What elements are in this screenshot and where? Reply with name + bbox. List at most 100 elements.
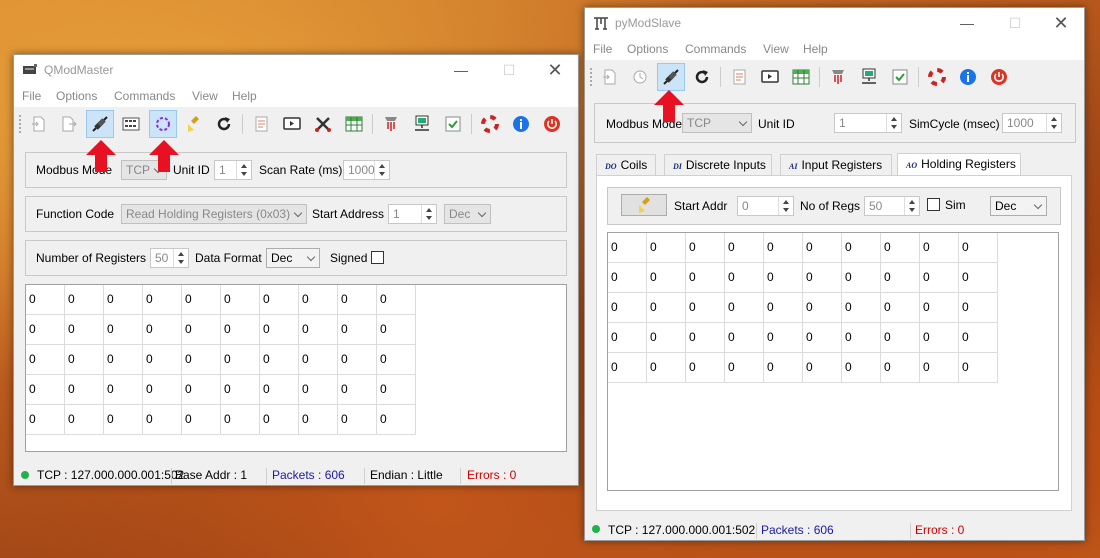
register-cell[interactable]: 0 (959, 353, 998, 383)
minimize-button[interactable]: — (952, 12, 982, 34)
maximize-button[interactable]: ☐ (1000, 12, 1030, 34)
register-cell[interactable]: 0 (920, 353, 959, 383)
register-cell[interactable]: 0 (686, 323, 725, 353)
checklist-icon[interactable] (886, 63, 914, 91)
qmodmaster-titlebar[interactable]: QModMaster — ☐ ✕ (14, 55, 578, 85)
register-cell[interactable]: 0 (299, 405, 338, 435)
scan-rate-spinbox[interactable]: 1000 (343, 160, 390, 180)
clear-icon[interactable] (180, 110, 208, 138)
exit-icon[interactable] (538, 110, 566, 138)
register-cell[interactable]: 0 (299, 345, 338, 375)
register-cell[interactable]: 0 (803, 323, 842, 353)
register-cell[interactable]: 0 (764, 263, 803, 293)
register-cell[interactable]: 0 (143, 345, 182, 375)
table-icon[interactable] (787, 63, 815, 91)
register-cell[interactable]: 0 (338, 285, 377, 315)
register-cell[interactable]: 0 (686, 353, 725, 383)
register-cell[interactable]: 0 (65, 375, 104, 405)
exit-icon[interactable] (985, 63, 1013, 91)
help-lifebuoy-icon[interactable] (476, 110, 504, 138)
register-cell[interactable]: 0 (182, 345, 221, 375)
menu-options[interactable]: Options (56, 89, 97, 103)
register-cell[interactable]: 0 (608, 233, 647, 263)
register-cell[interactable]: 0 (647, 293, 686, 323)
register-cell[interactable]: 0 (764, 233, 803, 263)
register-cell[interactable]: 0 (65, 345, 104, 375)
register-cell[interactable]: 0 (608, 323, 647, 353)
menu-view[interactable]: View (763, 42, 789, 56)
register-cell[interactable]: 0 (881, 293, 920, 323)
register-cell[interactable]: 0 (881, 353, 920, 383)
register-cell[interactable]: 0 (221, 405, 260, 435)
tools-icon[interactable] (309, 110, 337, 138)
toolbar-grip[interactable] (590, 68, 595, 86)
settings-icon[interactable] (377, 110, 405, 138)
checklist-icon[interactable] (439, 110, 467, 138)
simcycle-spinbox[interactable]: 1000 (1002, 113, 1062, 133)
data-format-select[interactable]: Dec (266, 248, 320, 268)
register-cell[interactable]: 0 (338, 375, 377, 405)
spin-arrows[interactable] (421, 205, 436, 223)
register-cell[interactable]: 0 (338, 345, 377, 375)
register-cell[interactable]: 0 (143, 405, 182, 435)
register-cell[interactable]: 0 (647, 263, 686, 293)
register-cell[interactable]: 0 (803, 353, 842, 383)
spin-arrows[interactable] (173, 249, 188, 267)
register-cell[interactable]: 0 (260, 285, 299, 315)
register-cell[interactable]: 0 (764, 293, 803, 323)
toolbar-grip[interactable] (19, 115, 24, 133)
unit-id-spinbox[interactable]: 1 (834, 113, 902, 133)
register-cell[interactable]: 0 (803, 263, 842, 293)
register-cell[interactable]: 0 (65, 315, 104, 345)
register-cell[interactable]: 0 (686, 233, 725, 263)
close-button[interactable]: ✕ (540, 59, 570, 81)
unit-id-spinbox[interactable]: 1 (214, 160, 252, 180)
register-cell[interactable]: 0 (26, 285, 65, 315)
register-cell[interactable]: 0 (143, 285, 182, 315)
spin-arrows[interactable] (904, 197, 919, 215)
refresh-icon[interactable] (210, 110, 238, 138)
register-cell[interactable]: 0 (104, 405, 143, 435)
register-cell[interactable]: 0 (182, 405, 221, 435)
register-cell[interactable]: 0 (647, 233, 686, 263)
format-select[interactable]: Dec (990, 196, 1047, 216)
register-cell[interactable]: 0 (104, 285, 143, 315)
no-of-regs-spinbox[interactable]: 50 (864, 196, 920, 216)
scan-icon[interactable] (149, 110, 177, 138)
register-cell[interactable]: 0 (881, 323, 920, 353)
register-cell[interactable]: 0 (221, 375, 260, 405)
pymodslave-titlebar[interactable]: pyModSlave — ☐ ✕ (585, 8, 1084, 38)
info-icon[interactable] (507, 110, 535, 138)
spin-arrows[interactable] (1046, 114, 1061, 132)
register-cell[interactable]: 0 (182, 285, 221, 315)
register-cell[interactable]: 0 (608, 263, 647, 293)
register-cell[interactable]: 0 (338, 315, 377, 345)
network-icon[interactable] (855, 63, 883, 91)
info-icon[interactable] (954, 63, 982, 91)
register-cell[interactable]: 0 (143, 315, 182, 345)
register-cell[interactable]: 0 (764, 323, 803, 353)
modbus-mode-select[interactable]: TCP (682, 113, 752, 133)
menu-view[interactable]: View (192, 89, 218, 103)
register-cell[interactable]: 0 (920, 323, 959, 353)
register-cell[interactable]: 0 (920, 293, 959, 323)
register-cell[interactable]: 0 (377, 405, 416, 435)
new-session-icon[interactable] (25, 110, 53, 138)
maximize-button[interactable]: ☐ (494, 59, 524, 81)
register-cell[interactable]: 0 (842, 353, 881, 383)
tab-input-registers[interactable]: AI Input Registers (780, 154, 892, 176)
log-icon[interactable] (247, 110, 275, 138)
minimize-button[interactable]: — (446, 59, 476, 81)
register-cell[interactable]: 0 (725, 233, 764, 263)
connect-icon[interactable] (657, 63, 685, 91)
register-cell[interactable]: 0 (65, 285, 104, 315)
num-registers-spinbox[interactable]: 50 (150, 248, 189, 268)
start-address-format-select[interactable]: Dec (444, 204, 491, 224)
register-cell[interactable]: 0 (26, 345, 65, 375)
register-cell[interactable]: 0 (26, 405, 65, 435)
register-cell[interactable]: 0 (920, 263, 959, 293)
register-cell[interactable]: 0 (686, 263, 725, 293)
register-cell[interactable]: 0 (299, 285, 338, 315)
register-cell[interactable]: 0 (221, 345, 260, 375)
register-cell[interactable]: 0 (377, 315, 416, 345)
